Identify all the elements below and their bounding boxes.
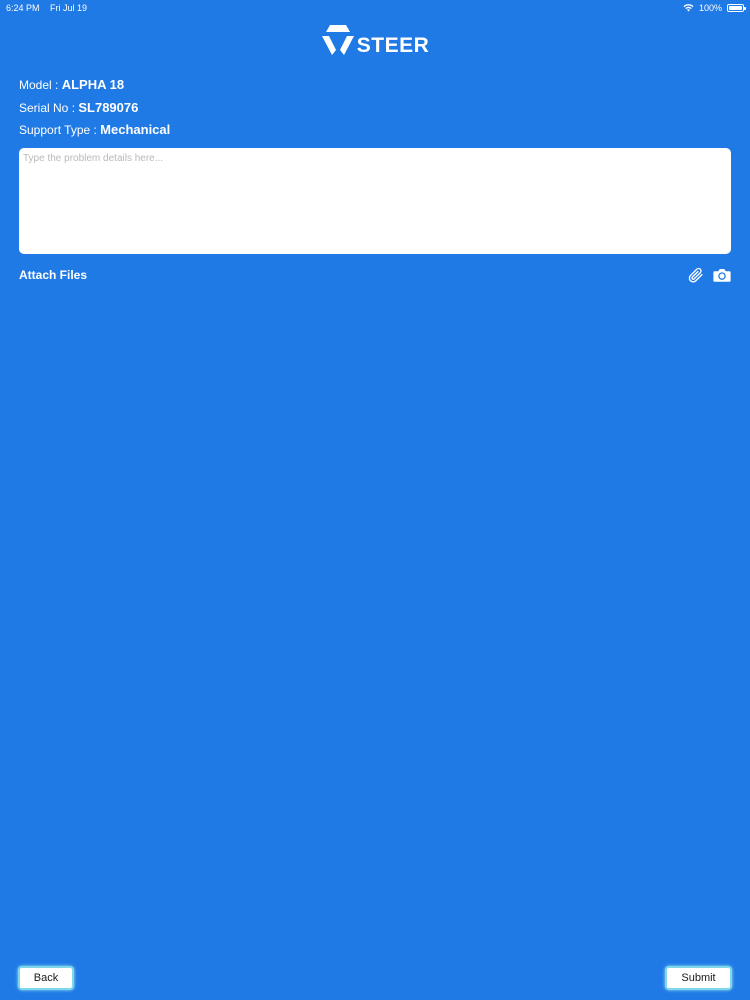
model-label: Model : (19, 78, 62, 92)
serial-label: Serial No : (19, 101, 79, 115)
support-type-value: Mechanical (100, 122, 171, 137)
wifi-icon (683, 4, 694, 12)
support-type-row: Support Type : Mechanical (19, 122, 170, 137)
camera-icon[interactable] (713, 267, 731, 283)
logo-text: STEER (356, 34, 430, 57)
status-date: Fri Jul 19 (50, 3, 88, 13)
serial-value: SL789076 (78, 100, 139, 115)
status-bar: 6:24 PM Fri Jul 19 100% (0, 0, 750, 16)
status-time: 6:24 PM (6, 3, 40, 13)
submit-button[interactable]: Submit (667, 968, 730, 988)
support-type-label: Support Type : (19, 123, 101, 137)
battery-percent: 100% (698, 3, 722, 13)
status-right: 100% (683, 3, 746, 13)
attach-files-label: Attach Files (19, 268, 88, 282)
back-button[interactable]: Back (20, 968, 72, 988)
battery-icon (727, 4, 746, 12)
model-value: ALPHA 18 (61, 77, 125, 92)
status-left: 6:24 PM Fri Jul 19 (6, 3, 95, 13)
model-row: Model : ALPHA 18 (19, 77, 124, 92)
paperclip-icon[interactable] (687, 266, 705, 284)
attach-actions (687, 266, 731, 284)
battery-fill (729, 6, 742, 10)
problem-details-input[interactable] (19, 148, 731, 254)
steer-logo-mark-icon (321, 25, 354, 55)
support-request-screen: 6:24 PM Fri Jul 19 100% STEER Model : AL… (0, 0, 750, 1000)
steer-logo: STEER (0, 22, 750, 58)
serial-row: Serial No : SL789076 (19, 100, 138, 115)
